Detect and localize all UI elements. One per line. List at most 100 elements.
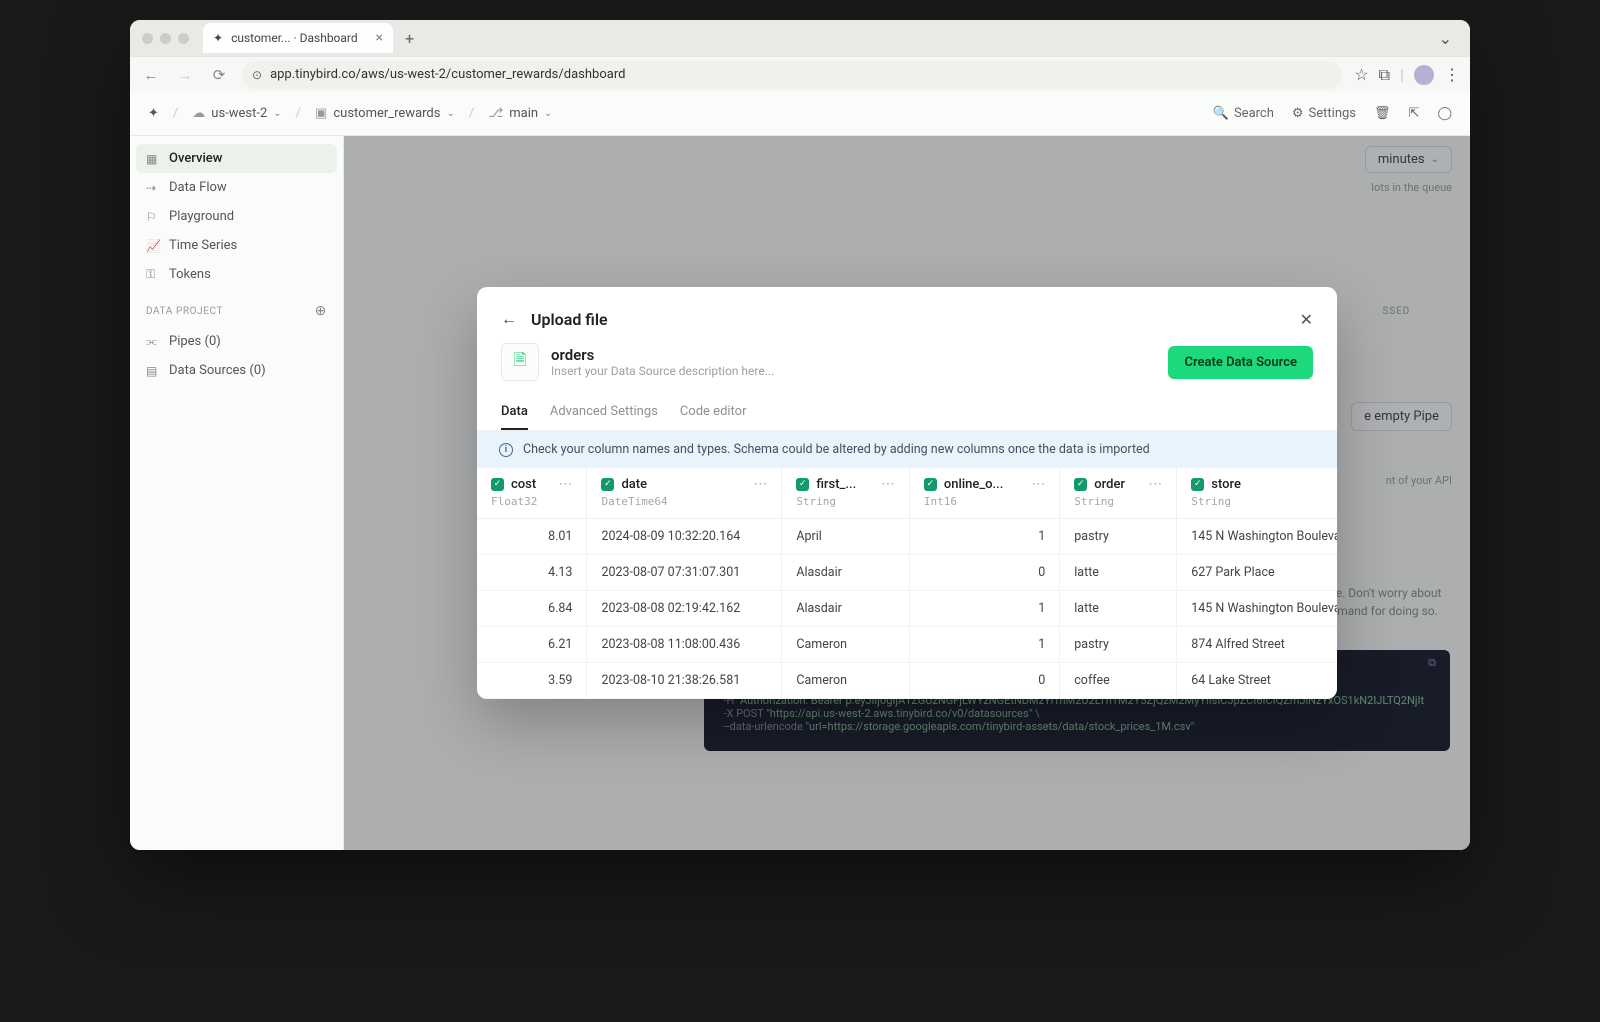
cell-store: 145 N Washington Boulevard (1177, 519, 1337, 555)
trash-icon[interactable]: 🗑 (1374, 106, 1391, 121)
checkbox-icon[interactable]: ✓ (1074, 478, 1087, 491)
more-icon[interactable]: ⋯ (753, 476, 767, 492)
crumb-branch[interactable]: ⎇ main ⌄ (488, 106, 552, 121)
modal-title: Upload file (531, 310, 608, 329)
close-icon[interactable]: ✕ (1300, 310, 1313, 329)
info-text: Check your column names and types. Schem… (523, 442, 1150, 457)
cell-first: Cameron (782, 663, 910, 699)
more-icon[interactable]: ⋯ (558, 476, 572, 492)
gear-icon: ⚙ (1292, 106, 1304, 121)
column-header[interactable]: ✓order⋯String (1060, 468, 1177, 519)
main-content: minutes⌄ lots in the queue SSED e empty … (344, 136, 1470, 850)
cloud-icon: ☁ (192, 106, 205, 121)
menu-icon[interactable]: ⋮ (1444, 65, 1460, 84)
cell-store: 64 Lake Street (1177, 663, 1337, 699)
sidebar-item-pipes[interactable]: ⫘Pipes (0) (136, 327, 337, 356)
cell-online: 0 (909, 663, 1059, 699)
datasource-desc-placeholder[interactable]: Insert your Data Source description here… (551, 364, 774, 378)
column-header[interactable]: ✓date⋯DateTime64 (587, 468, 782, 519)
search-button[interactable]: 🔍Search (1213, 106, 1274, 121)
cell-order: latte (1060, 591, 1177, 627)
crumb-workspace[interactable]: ▣ customer_rewards ⌄ (315, 106, 455, 121)
max-dot[interactable] (178, 33, 189, 44)
tab-title: customer... · Dashboard (231, 31, 358, 45)
back-button[interactable]: ← (501, 309, 517, 329)
table-row: 3.592023-08-10 21:38:26.581Cameron0coffe… (477, 663, 1337, 699)
plus-icon[interactable]: ⊕ (315, 303, 327, 319)
bookmark-icon[interactable]: ☆ (1354, 65, 1368, 84)
browser-tab[interactable]: ✦ customer... · Dashboard × (203, 23, 393, 53)
cell-order: pastry (1060, 519, 1177, 555)
cell-date: 2023-08-07 07:31:07.301 (587, 555, 782, 591)
tab-advanced[interactable]: Advanced Settings (550, 395, 658, 430)
tabs-dropdown-icon[interactable]: ⌄ (1433, 27, 1458, 50)
key-icon: ⚿ (146, 267, 160, 282)
cell-online: 0 (909, 555, 1059, 591)
new-tab-button[interactable]: + (399, 27, 420, 50)
column-header[interactable]: ✓cost⋯Float32 (477, 468, 587, 519)
cell-cost: 6.21 (477, 627, 587, 663)
create-datasource-button[interactable]: Create Data Source (1168, 346, 1313, 379)
address-bar: ← → ⟳ ⊙ app.tinybird.co/aws/us-west-2/cu… (130, 56, 1470, 92)
datasource-name[interactable]: orders (551, 346, 774, 364)
crumb-region[interactable]: ☁ us-west-2 ⌄ (192, 106, 281, 121)
checkbox-icon[interactable]: ✓ (601, 478, 614, 491)
branch-icon: ⎇ (488, 106, 503, 121)
address-input[interactable]: ⊙ app.tinybird.co/aws/us-west-2/customer… (242, 61, 1342, 89)
checkbox-icon[interactable]: ✓ (796, 478, 809, 491)
back-button[interactable]: ← (140, 66, 162, 84)
sidebar-item-overview[interactable]: ▦Overview (136, 144, 337, 173)
chart-icon: 📈 (146, 239, 160, 253)
chevron-down-icon: ⌄ (544, 108, 552, 119)
user-icon[interactable]: ◯ (1437, 106, 1452, 121)
sidebar-item-timeseries[interactable]: 📈Time Series (136, 231, 337, 260)
more-icon[interactable]: ⋯ (1148, 476, 1162, 492)
tab-close-icon[interactable]: × (376, 30, 383, 46)
traffic-lights (142, 33, 189, 44)
min-dot[interactable] (160, 33, 171, 44)
extensions-icon[interactable]: ⧉ (1379, 65, 1390, 85)
checkbox-icon[interactable]: ✓ (924, 478, 937, 491)
column-header[interactable]: ✓first_...⋯String (782, 468, 910, 519)
more-icon[interactable]: ⋯ (1031, 476, 1045, 492)
tab-code[interactable]: Code editor (680, 395, 747, 430)
profile-avatar[interactable] (1414, 65, 1434, 85)
checkbox-icon[interactable]: ✓ (491, 478, 504, 491)
cell-date: 2023-08-08 02:19:42.162 (587, 591, 782, 627)
browser-window: ✦ customer... · Dashboard × + ⌄ ← → ⟳ ⊙ … (130, 20, 1470, 850)
cell-order: latte (1060, 555, 1177, 591)
sidebar-item-datasources[interactable]: ▤Data Sources (0) (136, 356, 337, 385)
cell-cost: 3.59 (477, 663, 587, 699)
flow-icon: ⇢ (146, 181, 160, 195)
reload-button[interactable]: ⟳ (208, 66, 230, 84)
sidebar-item-playground[interactable]: ⚐Playground (136, 202, 337, 231)
tab-favicon: ✦ (213, 31, 223, 45)
tab-data[interactable]: Data (501, 395, 528, 430)
cell-store: 874 Alfred Street (1177, 627, 1337, 663)
export-icon[interactable]: ⇱ (1409, 106, 1420, 121)
settings-button[interactable]: ⚙Settings (1292, 106, 1356, 121)
cell-store: 145 N Washington Boulevard (1177, 591, 1337, 627)
sidebar-item-dataflow[interactable]: ⇢Data Flow (136, 173, 337, 202)
url-text: app.tinybird.co/aws/us-west-2/customer_r… (270, 67, 625, 82)
checkbox-icon[interactable]: ✓ (1191, 478, 1204, 491)
logo-icon[interactable]: ✦ (148, 106, 159, 121)
close-dot[interactable] (142, 33, 153, 44)
table-icon: ▤ (146, 364, 160, 378)
sidebar-item-tokens[interactable]: ⚿Tokens (136, 260, 337, 289)
flag-icon: ⚐ (146, 210, 160, 224)
column-header[interactable]: ✓online_o...⋯Int16 (909, 468, 1059, 519)
cell-first: Cameron (782, 627, 910, 663)
cell-order: coffee (1060, 663, 1177, 699)
app-navbar: ✦ / ☁ us-west-2 ⌄ / ▣ customer_rewards ⌄… (130, 92, 1470, 136)
upload-modal: ← Upload file ✕ 🗎 orders Insert your Dat… (477, 287, 1337, 699)
more-icon[interactable]: ⋯ (881, 476, 895, 492)
forward-button[interactable]: → (174, 66, 196, 84)
chevron-down-icon: ⌄ (273, 108, 281, 119)
cell-date: 2023-08-10 21:38:26.581 (587, 663, 782, 699)
modal-overlay[interactable]: ← Upload file ✕ 🗎 orders Insert your Dat… (344, 136, 1470, 850)
site-info-icon[interactable]: ⊙ (252, 68, 262, 82)
column-header[interactable]: ✓store⋯String (1177, 468, 1337, 519)
file-icon: 🗎 (501, 343, 539, 381)
preview-table: ✓cost⋯Float32✓date⋯DateTime64✓first_...⋯… (477, 468, 1337, 699)
